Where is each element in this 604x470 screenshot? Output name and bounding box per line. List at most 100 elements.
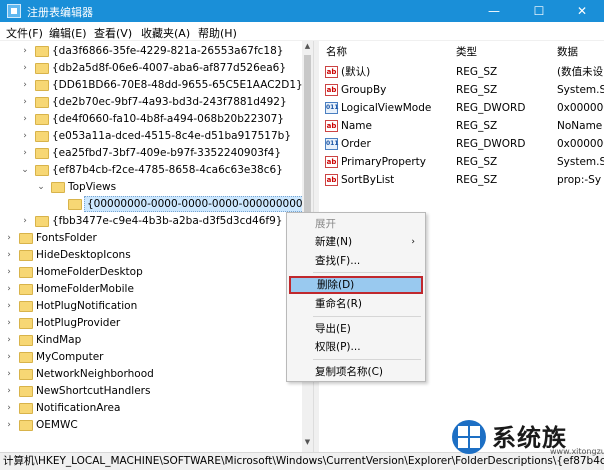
value-row[interactable]: 011 LogicalViewMode REG_DWORD 0x000000	[319, 99, 604, 117]
tree-item[interactable]: › HomeFolderDesktop	[0, 264, 300, 281]
menu-item-label: 新建(N)	[315, 236, 353, 248]
folder-icon	[35, 216, 49, 227]
tree-item[interactable]: › {DD61BD66-70E8-48dd-9655-65C5E1AAC2D1}	[0, 77, 303, 94]
tree-item[interactable]: › MyComputer	[0, 349, 300, 366]
menu-file[interactable]: 文件(F)	[6, 25, 43, 41]
tree-item[interactable]: › NetworkNeighborhood	[0, 366, 300, 383]
tree-item-label: HomeFolderDesktop	[36, 266, 143, 278]
menu-item-find[interactable]: 查找(F)...	[289, 252, 423, 270]
column-header-name[interactable]: 名称	[326, 44, 347, 59]
expand-arrow-icon[interactable]: ›	[4, 264, 14, 281]
folder-icon	[19, 301, 33, 312]
menu-favorites[interactable]: 收藏夹(A)	[141, 25, 190, 41]
tree-item[interactable]: › HideDesktopIcons	[0, 247, 300, 264]
tree-item[interactable]: › {de4f0660-fa10-4b8f-a494-068b20b22307}	[0, 111, 300, 128]
value-row[interactable]: ab PrimaryProperty REG_SZ System.S	[319, 153, 604, 171]
tree-item-label: TopViews	[68, 181, 117, 193]
menu-view[interactable]: 查看(V)	[94, 25, 132, 41]
expand-arrow-icon[interactable]: ›	[4, 281, 14, 298]
tree-item-label: HomeFolderMobile	[36, 283, 134, 295]
tree-item-label: FontsFolder	[36, 232, 97, 244]
menu-item-expand[interactable]: 展开	[289, 215, 423, 233]
value-row[interactable]: ab SortByList REG_SZ prop:-Sy	[319, 171, 604, 189]
tree-item-label: {fbb3477e-c9e4-4b3b-a2ba-d3f5d3cd46f9}	[52, 215, 283, 227]
string-value-icon: ab	[325, 174, 338, 186]
menu-item-export[interactable]: 导出(E)	[289, 320, 423, 338]
expand-arrow-icon[interactable]: ›	[20, 60, 30, 77]
tree-item-expanded[interactable]: ⌄ {ef87b4cb-f2ce-4785-8658-4ca6c63e38c6}	[0, 162, 300, 179]
folder-icon	[19, 386, 33, 397]
scroll-up-icon[interactable]: ▲	[302, 41, 313, 52]
expand-arrow-icon[interactable]: ›	[20, 128, 30, 145]
tree-item[interactable]: › HomeFolderMobile	[0, 281, 300, 298]
expand-arrow-icon[interactable]: ›	[4, 298, 14, 315]
tree-item[interactable]: › {ea25fbd7-3bf7-409e-b97f-3352240903f4}	[0, 145, 300, 162]
expand-arrow-icon[interactable]: ›	[4, 230, 14, 247]
value-type: REG_SZ	[456, 156, 498, 168]
menu-item-delete[interactable]: 删除(D)	[289, 276, 423, 294]
folder-icon	[35, 63, 49, 74]
dword-value-icon: 011	[325, 138, 339, 150]
folder-icon	[19, 420, 33, 431]
maximize-button[interactable]: ☐	[517, 0, 561, 22]
tree-item-label: {ef87b4cb-f2ce-4785-8658-4ca6c63e38c6}	[52, 164, 283, 176]
tree-item[interactable]: › HotPlugNotification	[0, 298, 300, 315]
menu-item-new[interactable]: 新建(N) ›	[289, 233, 423, 251]
tree-item-label: {DD61BD66-70E8-48dd-9655-65C5E1AAC2D1}	[52, 79, 303, 91]
tree-item[interactable]: › {fbb3477e-c9e4-4b3b-a2ba-d3f5d3cd46f9}	[0, 213, 300, 230]
tree-item[interactable]: › OEMWC	[0, 417, 300, 434]
collapse-arrow-icon[interactable]: ⌄	[20, 162, 30, 179]
tree-item-topviews[interactable]: ⌄ TopViews	[0, 179, 300, 196]
tree-item[interactable]: › {da3f6866-35fe-4229-821a-26553a67fc18}	[0, 43, 300, 60]
expand-arrow-icon[interactable]: ›	[20, 77, 30, 94]
column-header-type[interactable]: 类型	[456, 44, 477, 59]
scroll-down-icon[interactable]: ▼	[302, 437, 313, 448]
value-type: REG_SZ	[456, 66, 498, 78]
window-title: 注册表编辑器	[27, 6, 93, 19]
value-name: Order	[341, 138, 371, 150]
expand-arrow-icon[interactable]: ›	[4, 366, 14, 383]
tree-item[interactable]: › {db2a5d8f-06e6-4007-aba6-af877d526ea6}	[0, 60, 300, 77]
tree-item[interactable]: › {e053a11a-dced-4515-8c4e-d51ba917517b}	[0, 128, 300, 145]
menu-edit[interactable]: 编辑(E)	[49, 25, 87, 41]
tree-item[interactable]: › {de2b70ec-9bf7-4a93-bd3d-243f7881d492}	[0, 94, 300, 111]
value-type: REG_DWORD	[456, 138, 526, 150]
expand-arrow-icon[interactable]: ›	[4, 383, 14, 400]
menu-separator	[313, 316, 421, 317]
expand-arrow-icon[interactable]: ›	[4, 400, 14, 417]
tree-item[interactable]: › HotPlugProvider	[0, 315, 300, 332]
menu-item-copy-key-name[interactable]: 复制项名称(C)	[289, 363, 423, 381]
expand-arrow-icon[interactable]: ›	[20, 213, 30, 230]
value-row[interactable]: ab Name REG_SZ NoName	[319, 117, 604, 135]
tree-item-label: OEMWC	[36, 419, 78, 431]
expand-arrow-icon[interactable]: ›	[4, 349, 14, 366]
tree-item[interactable]: › KindMap	[0, 332, 300, 349]
close-button[interactable]: ✕	[560, 0, 604, 22]
expand-arrow-icon[interactable]: ›	[4, 247, 14, 264]
expand-arrow-icon[interactable]: ›	[4, 417, 14, 434]
value-name: SortByList	[341, 174, 395, 186]
registry-key-tree[interactable]: › {da3f6866-35fe-4229-821a-26553a67fc18}…	[0, 41, 313, 452]
value-row[interactable]: ab (默认) REG_SZ (数值未设	[319, 63, 604, 81]
folder-icon	[68, 199, 82, 210]
expand-arrow-icon[interactable]: ›	[4, 315, 14, 332]
expand-arrow-icon[interactable]: ›	[20, 94, 30, 111]
value-row[interactable]: ab GroupBy REG_SZ System.S	[319, 81, 604, 99]
tree-item[interactable]: › NotificationArea	[0, 400, 300, 417]
menu-help[interactable]: 帮助(H)	[198, 25, 237, 41]
tree-item-selected[interactable]: {00000000-0000-0000-0000-000000000000}	[0, 196, 313, 213]
collapse-arrow-icon[interactable]: ⌄	[36, 179, 46, 196]
folder-icon	[19, 318, 33, 329]
menu-item-rename[interactable]: 重命名(R)	[289, 295, 423, 313]
column-header-data[interactable]: 数据	[557, 44, 578, 59]
tree-item-label: {de2b70ec-9bf7-4a93-bd3d-243f7881d492}	[52, 96, 287, 108]
expand-arrow-icon[interactable]: ›	[4, 332, 14, 349]
expand-arrow-icon[interactable]: ›	[20, 145, 30, 162]
expand-arrow-icon[interactable]: ›	[20, 43, 30, 60]
minimize-button[interactable]: —	[472, 0, 516, 22]
menu-item-permissions[interactable]: 权限(P)...	[289, 338, 423, 356]
tree-item[interactable]: › FontsFolder	[0, 230, 300, 247]
value-row[interactable]: 011 Order REG_DWORD 0x000000	[319, 135, 604, 153]
tree-item[interactable]: › NewShortcutHandlers	[0, 383, 300, 400]
expand-arrow-icon[interactable]: ›	[20, 111, 30, 128]
